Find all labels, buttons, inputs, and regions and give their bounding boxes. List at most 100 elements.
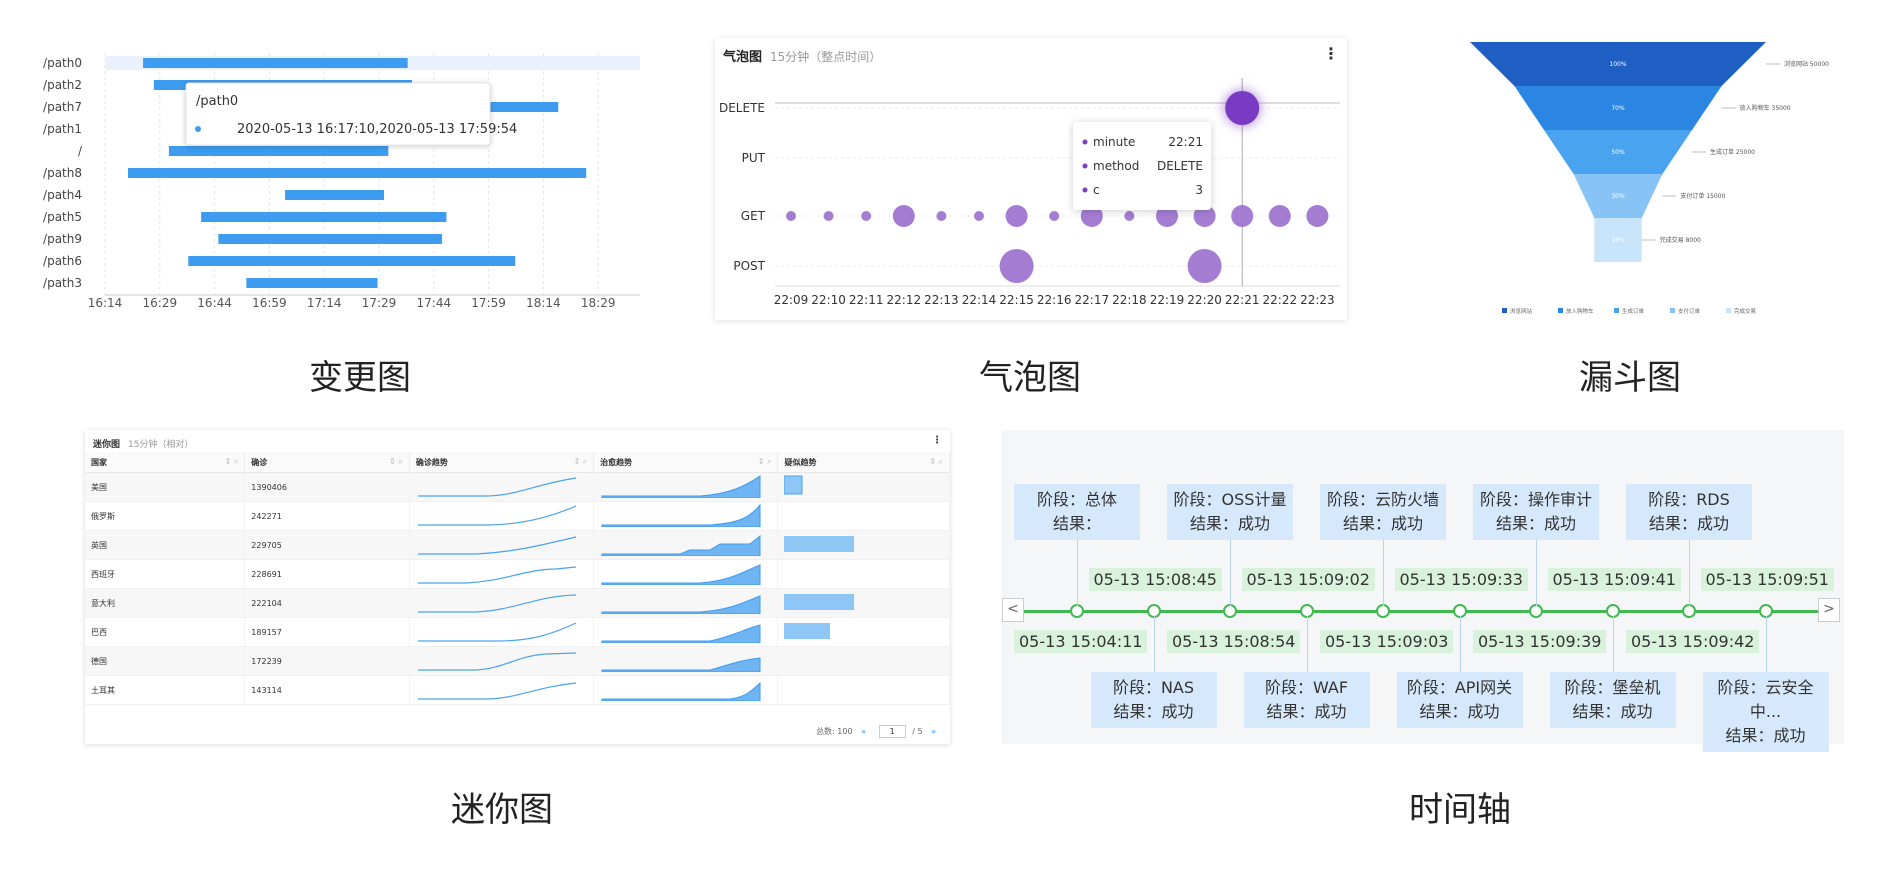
- legend-label: 放入购物车: [1566, 307, 1594, 315]
- sparkline-menu-icon[interactable]: ⋮: [932, 435, 942, 446]
- stage-card[interactable]: 阶段：WAF 结果：成功: [1243, 672, 1370, 728]
- cell-cured-trend: [593, 646, 779, 676]
- cell-country: 美国: [85, 472, 246, 502]
- table-row[interactable]: 德国 172239: [85, 646, 950, 676]
- cell-confirmed: 143114: [244, 675, 410, 705]
- y-tick-label: /path4: [43, 188, 82, 202]
- stage-card[interactable]: 阶段：API网关 结果：成功: [1396, 672, 1523, 728]
- timeline-prev-button[interactable]: <: [1002, 598, 1024, 622]
- stage-result: 结果：成功: [1342, 514, 1423, 533]
- y-tick-label: /path6: [43, 254, 82, 268]
- next-page-icon[interactable]: »: [931, 727, 936, 736]
- table-row[interactable]: 巴西 189157: [85, 617, 950, 647]
- funnel-note: 浏览网站 50000: [1784, 60, 1829, 68]
- x-tick-label: 22:19: [1150, 293, 1185, 307]
- cell-confirmed-trend: [409, 617, 595, 647]
- x-tick-label: 22:12: [887, 293, 922, 307]
- sparkline-bars: [784, 623, 831, 639]
- table-row[interactable]: 美国 1390406: [85, 472, 950, 502]
- cell-suspected-trend: [777, 646, 950, 676]
- stage-card[interactable]: 阶段：RDS 结果：成功: [1626, 484, 1752, 540]
- page-input[interactable]: 1: [878, 725, 906, 738]
- bubble-point: [1187, 249, 1222, 283]
- table-row[interactable]: 英国 229705: [85, 530, 950, 560]
- stage-card[interactable]: 阶段：云防火墙 结果：成功: [1320, 484, 1446, 540]
- stage-card[interactable]: 阶段：堡垒机 结果：成功: [1549, 672, 1676, 728]
- timeline-node[interactable]: [1223, 604, 1237, 618]
- x-tick-label: 18:29: [581, 296, 616, 310]
- table-row[interactable]: 意大利 222104: [85, 588, 950, 618]
- column-header[interactable]: 确诊趋势 ⇕ ⌕: [409, 452, 595, 473]
- sparkline-subtitle: 15分钟（相对）: [128, 440, 194, 450]
- sparkline: [417, 477, 576, 497]
- timeline-node[interactable]: [1070, 604, 1084, 618]
- funnel-stage-label: 30%: [1611, 193, 1625, 200]
- stage-card[interactable]: 阶段：云安全中... 结果：成功: [1702, 672, 1829, 752]
- bubble-point: [1124, 211, 1135, 221]
- stage-card[interactable]: 阶段：操作审计 结果：成功: [1473, 484, 1599, 540]
- cell-confirmed: 229705: [244, 530, 410, 560]
- column-header[interactable]: 国家 ⇕ ⌕: [85, 452, 246, 473]
- stage-result: 结果：成功: [1648, 514, 1729, 533]
- stage-name: 阶段：API网关: [1406, 678, 1513, 697]
- stage-card[interactable]: 阶段：OSS计量 结果：成功: [1167, 484, 1293, 540]
- bubble-point: [1231, 205, 1254, 227]
- y-tick-label: GET: [741, 209, 766, 223]
- column-header[interactable]: 确诊 ⇕ ⌕: [244, 452, 410, 473]
- cell-confirmed-trend: [409, 501, 595, 531]
- cell-cured-trend: [593, 588, 779, 618]
- column-header-label: 确诊: [251, 457, 268, 467]
- timeline-node[interactable]: [1376, 604, 1390, 618]
- cell-country: 土耳其: [85, 675, 246, 705]
- table-row[interactable]: 土耳其 143114: [85, 675, 950, 705]
- cell-country: 英国: [85, 530, 246, 560]
- cell-suspected-trend: [777, 501, 950, 531]
- cell-country: 俄罗斯: [85, 501, 246, 531]
- timeline-node[interactable]: [1682, 604, 1696, 618]
- sort-filter-icon[interactable]: ⇕ ⌕: [573, 457, 587, 467]
- timeline-node[interactable]: [1529, 604, 1543, 618]
- x-tick-label: 22:22: [1263, 293, 1298, 307]
- total-count: 总数: 100: [816, 727, 853, 736]
- gantt-bar: [128, 168, 587, 178]
- table-row[interactable]: 西班牙 228691: [85, 559, 950, 589]
- cell-confirmed-trend: [409, 588, 595, 618]
- bubble-point: [974, 211, 984, 221]
- x-tick-label: 17:29: [362, 296, 397, 310]
- legend-label: 完成交易: [1734, 307, 1756, 315]
- sort-filter-icon[interactable]: ⇕ ⌕: [929, 457, 943, 467]
- timeline-axis: [1012, 610, 1824, 613]
- sort-filter-icon[interactable]: ⇕ ⌕: [758, 457, 772, 467]
- x-tick-label: 22:16: [1037, 293, 1072, 307]
- prev-page-icon[interactable]: «: [861, 727, 866, 736]
- y-tick-label: POST: [733, 259, 765, 273]
- y-tick-label: /path5: [43, 210, 82, 224]
- cell-confirmed: 222104: [244, 588, 410, 618]
- x-tick-label: 22:15: [999, 293, 1034, 307]
- column-header[interactable]: 治愈趋势 ⇕ ⌕: [593, 452, 779, 473]
- tooltip-key: c: [1093, 183, 1100, 197]
- y-tick-label: /path2: [43, 78, 82, 92]
- stage-card[interactable]: 阶段：NAS 结果：成功: [1090, 672, 1217, 728]
- x-tick-label: 22:20: [1187, 293, 1222, 307]
- stage-result: 结果：成功: [1419, 702, 1500, 721]
- gantt-bar: [201, 212, 447, 222]
- timeline-next-button[interactable]: >: [1818, 598, 1840, 622]
- stage-result: 结果：成功: [1725, 726, 1806, 745]
- sort-filter-icon[interactable]: ⇕ ⌕: [389, 457, 403, 467]
- bubble-point: [1306, 205, 1329, 227]
- table-row[interactable]: 俄罗斯 242271: [85, 501, 950, 531]
- cell-confirmed-trend: [409, 675, 595, 705]
- bubble-point: [892, 205, 915, 227]
- tooltip-marker: [1082, 187, 1088, 193]
- change-chart: 16:14 16:29 16:44 16:59 17:14 17:29 17:44 17:59…: [43, 53, 640, 310]
- stage-card[interactable]: 阶段：总体 结果：: [1014, 484, 1140, 540]
- cell-cured-trend: [593, 675, 779, 705]
- sort-filter-icon[interactable]: ⇕ ⌕: [225, 457, 239, 467]
- sparkline-table: 国家 ⇕ ⌕ 确诊 ⇕ ⌕ 确诊趋势 ⇕ ⌕ 治愈趋势 ⇕ ⌕ 疑似趋势 ⇕ ⌕ 美国 139040…: [85, 452, 950, 705]
- x-tick-label: 17:44: [417, 296, 452, 310]
- x-tick-label: 22:09: [774, 293, 809, 307]
- column-header[interactable]: 疑似趋势 ⇕ ⌕: [777, 452, 950, 473]
- funnel-stage-label: 70%: [1611, 105, 1625, 112]
- connector-line: [1459, 616, 1461, 672]
